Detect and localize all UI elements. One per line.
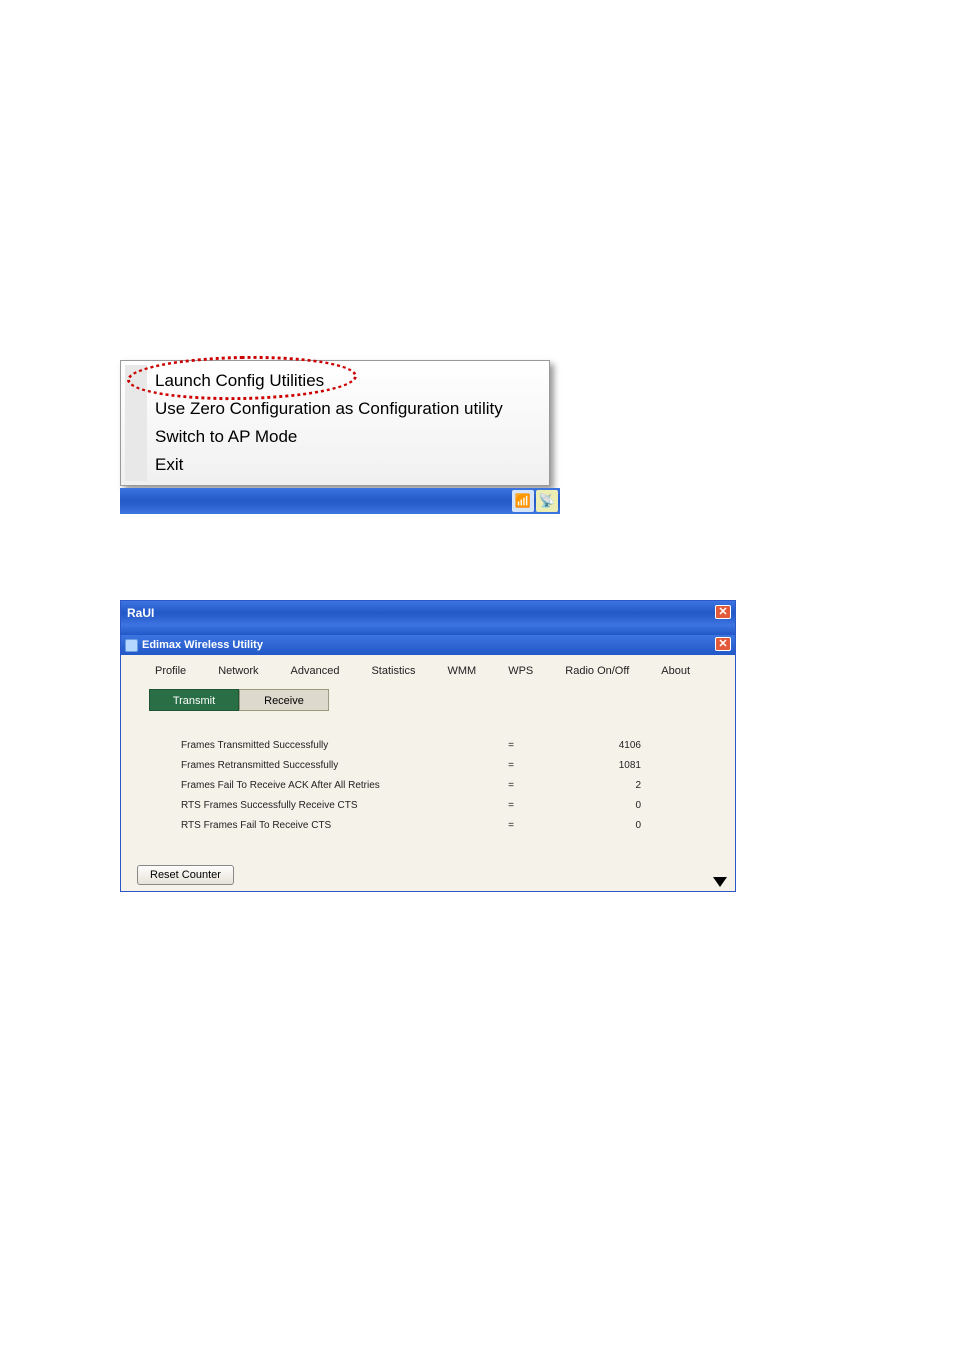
stat-label: Frames Retransmitted Successfully	[181, 760, 461, 771]
edimax-titlebar: Edimax Wireless Utility ✕	[121, 635, 735, 655]
raui-title-spacer	[121, 625, 735, 635]
stats-list: Frames Transmitted Successfully = 4106 F…	[181, 735, 719, 835]
stat-label: Frames Fail To Receive ACK After All Ret…	[181, 780, 461, 791]
tab-statistics[interactable]: Statistics	[371, 665, 415, 677]
raui-titlebar[interactable]: RaUI ✕	[121, 601, 735, 625]
main-tabs: Profile Network Advanced Statistics WMM …	[121, 655, 735, 677]
tab-wps[interactable]: WPS	[508, 665, 533, 677]
menu-item-exit[interactable]: Exit	[147, 451, 545, 479]
stat-label: RTS Frames Fail To Receive CTS	[181, 820, 461, 831]
menu-item-ap-mode[interactable]: Switch to AP Mode	[147, 423, 545, 451]
stat-row: Frames Transmitted Successfully = 4106	[181, 735, 719, 755]
close-inner-icon[interactable]: ✕	[715, 637, 731, 651]
tab-about[interactable]: About	[661, 665, 690, 677]
stat-row: Frames Retransmitted Successfully = 1081	[181, 755, 719, 775]
equals-sign: =	[461, 740, 561, 751]
tray-icons: 📶 📡	[512, 490, 558, 512]
equals-sign: =	[461, 820, 561, 831]
stats-panel: Transmit Receive Frames Transmitted Succ…	[121, 677, 735, 891]
stat-label: RTS Frames Successfully Receive CTS	[181, 800, 461, 811]
stat-value: 0	[561, 820, 641, 831]
sub-tabs: Transmit Receive	[149, 689, 719, 711]
stat-value: 2	[561, 780, 641, 791]
stat-row: Frames Fail To Receive ACK After All Ret…	[181, 775, 719, 795]
tab-radio[interactable]: Radio On/Off	[565, 665, 629, 677]
tab-advanced[interactable]: Advanced	[291, 665, 340, 677]
stat-value: 0	[561, 800, 641, 811]
app-icon	[125, 639, 138, 652]
context-menu-area: Launch Config Utilities Use Zero Configu…	[120, 360, 560, 514]
equals-sign: =	[461, 800, 561, 811]
stat-label: Frames Transmitted Successfully	[181, 740, 461, 751]
reset-counter-button[interactable]: Reset Counter	[137, 865, 234, 885]
close-icon[interactable]: ✕	[715, 605, 731, 619]
edimax-title-text: Edimax Wireless Utility	[142, 639, 263, 651]
tab-profile[interactable]: Profile	[155, 665, 186, 677]
tray-network-icon[interactable]: 📶	[512, 490, 534, 512]
tray-wireless-icon[interactable]: 📡	[536, 490, 558, 512]
sub-tab-receive[interactable]: Receive	[239, 689, 329, 711]
equals-sign: =	[461, 780, 561, 791]
raui-title-text: RaUI	[127, 606, 154, 620]
stat-value: 4106	[561, 740, 641, 751]
equals-sign: =	[461, 760, 561, 771]
tab-wmm[interactable]: WMM	[447, 665, 476, 677]
stat-row: RTS Frames Successfully Receive CTS = 0	[181, 795, 719, 815]
raui-window: RaUI ✕ Edimax Wireless Utility ✕ Profile…	[120, 600, 736, 892]
expand-chevron-icon[interactable]	[713, 877, 727, 887]
sub-tab-transmit[interactable]: Transmit	[149, 689, 239, 711]
stat-row: RTS Frames Fail To Receive CTS = 0	[181, 815, 719, 835]
stat-value: 1081	[561, 760, 641, 771]
tab-network[interactable]: Network	[218, 665, 258, 677]
taskbar-strip: 📶 📡	[120, 488, 560, 514]
